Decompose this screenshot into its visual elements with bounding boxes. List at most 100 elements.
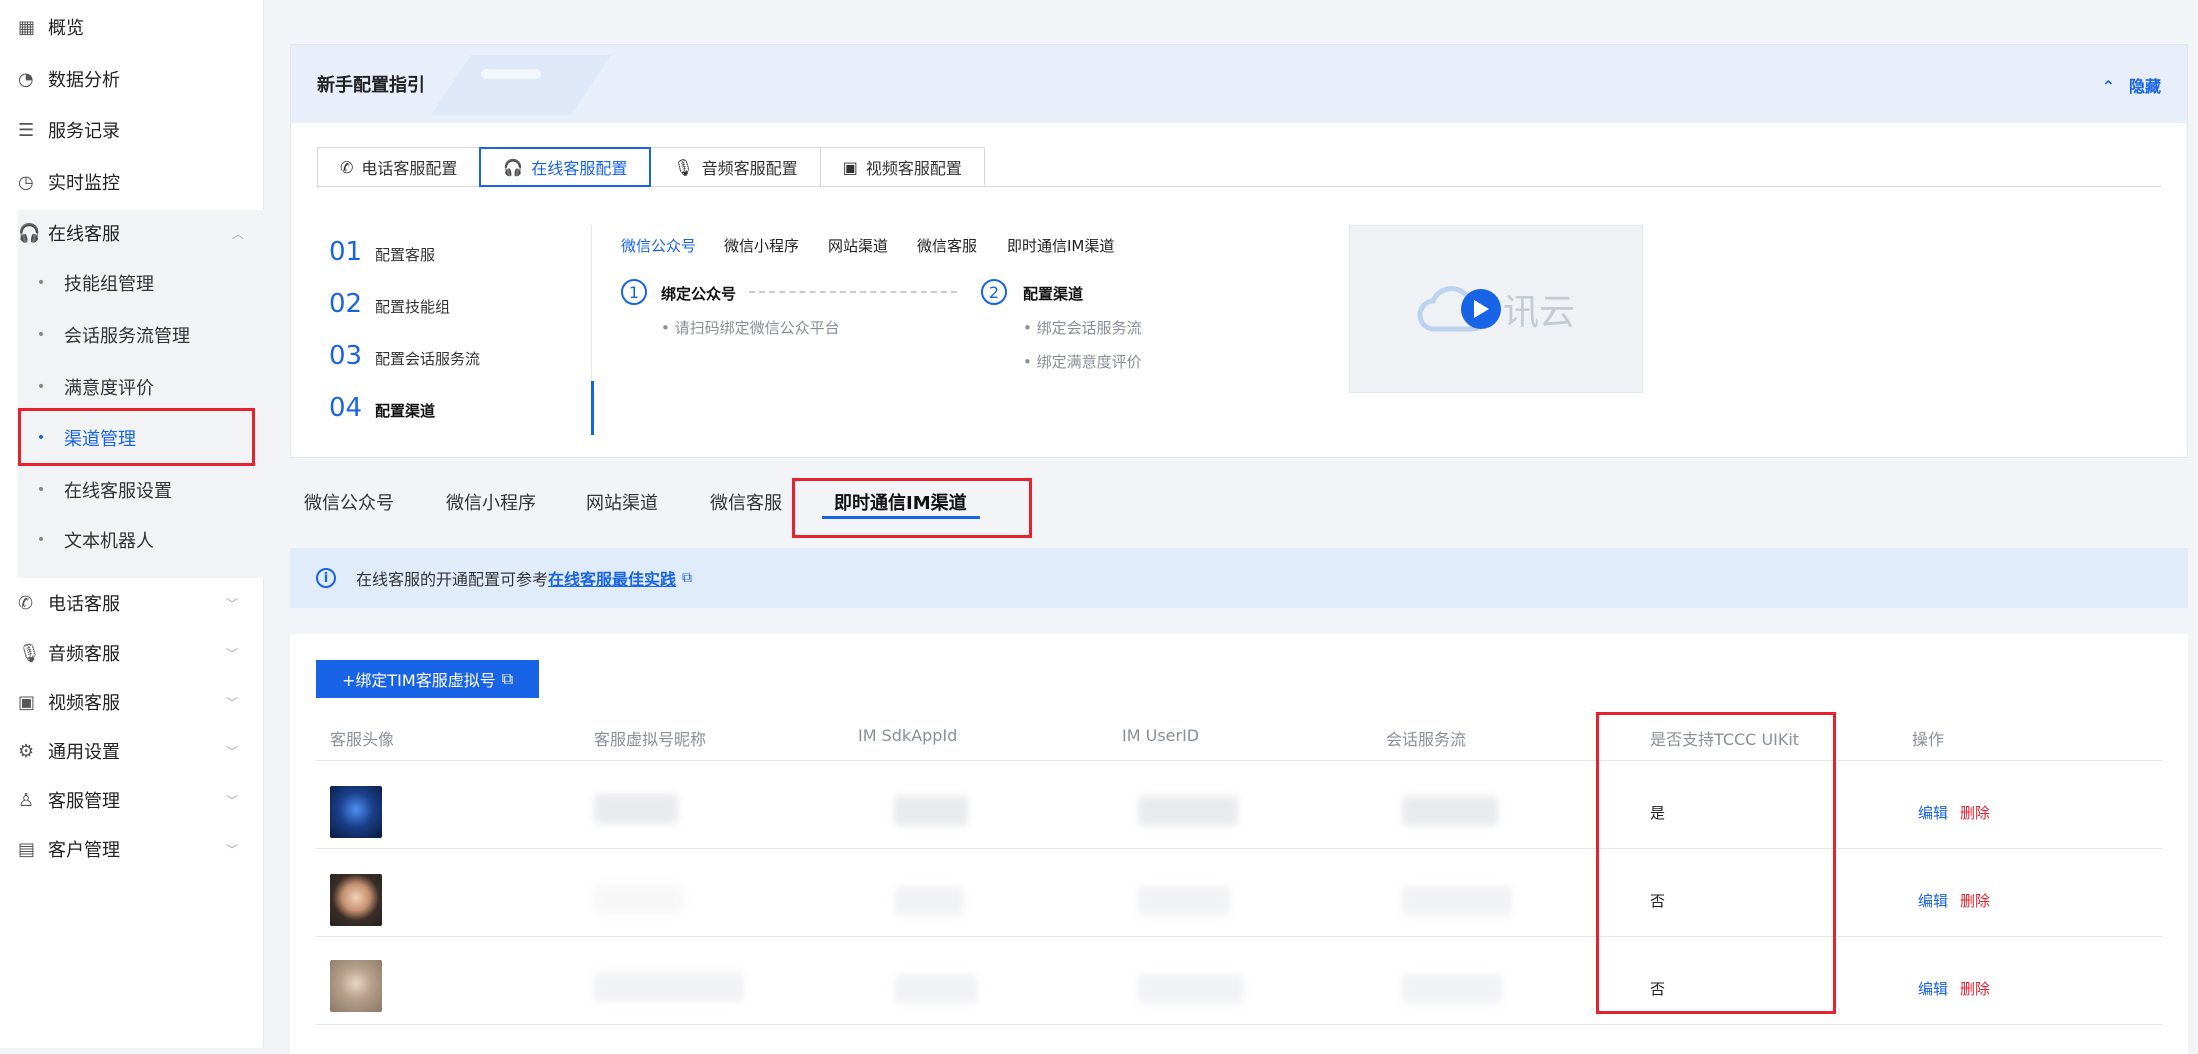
sidebar-item-satisfaction[interactable]: • 满意度评价: [18, 363, 264, 411]
delete-link[interactable]: 删除: [1960, 802, 1990, 823]
bullet-text: 请扫码绑定微信公众平台: [674, 319, 840, 337]
avatar: [330, 874, 382, 926]
chart-circle-icon: ◔: [18, 68, 34, 90]
col-header-session-flow: 会话服务流: [1386, 730, 1467, 749]
nav-label: 客服管理: [48, 791, 120, 812]
nav-phone-service[interactable]: ✆ 电话客服 ﹀: [18, 580, 258, 626]
nav-audio-service[interactable]: 🎙 音频客服 ﹀: [18, 630, 258, 676]
tab-video-config[interactable]: ▣ 视频客服配置: [819, 147, 985, 187]
hide-guide-button[interactable]: ⌃ 隐藏: [2102, 73, 2161, 97]
row-divider: [316, 848, 2162, 849]
hide-label: 隐藏: [2128, 77, 2161, 96]
step-number: 01: [329, 237, 363, 267]
userid-masked: [1138, 886, 1230, 916]
tab-phone-config[interactable]: ✆ 电话客服配置: [317, 147, 481, 187]
sdkappid-masked: [894, 974, 978, 1004]
mic-icon: 🎙: [673, 157, 694, 177]
delete-link[interactable]: 删除: [1960, 978, 1990, 999]
step-2[interactable]: 02 配置技能组: [329, 289, 450, 319]
col-header-nickname: 客服虚拟号昵称: [594, 730, 707, 749]
tab-wechat-kf[interactable]: 微信客服: [710, 489, 782, 515]
channel-website[interactable]: 网站渠道: [828, 235, 888, 256]
nickname-masked: [594, 884, 684, 914]
tab-online-config[interactable]: 🎧 在线客服配置: [479, 147, 652, 187]
chevron-double-up-icon: ⌃: [2101, 77, 2115, 96]
sub-label: 满意度评价: [64, 378, 154, 399]
sidebar-item-skill-group[interactable]: • 技能组管理: [18, 259, 264, 307]
user-icon: ♙: [18, 789, 35, 811]
nav-agent-management[interactable]: ♙ 客服管理 ﹀: [18, 777, 258, 823]
channel-im[interactable]: 即时通信IM渠道: [1007, 235, 1114, 256]
chevron-down-icon: ﹀: [225, 596, 238, 611]
dot-icon: •: [36, 275, 46, 291]
chevron-down-icon: ﹀: [225, 695, 238, 710]
nav-service-records[interactable]: ☰ 服务记录: [18, 107, 258, 153]
nav-label: 电话客服: [48, 594, 120, 615]
delete-link[interactable]: 删除: [1960, 890, 1990, 911]
info-text: 在线客服的开通配置可参考: [356, 570, 549, 589]
chevron-down-icon: ﹀: [225, 744, 238, 759]
guide-card: 新手配置指引 ⌃ 隐藏 ✆ 电话客服配置 🎧 在线客服配置 🎙 音频客服配置 ▣ 视频客服…: [290, 44, 2188, 458]
steps-active-indicator: [591, 381, 594, 435]
substep-1-number: 1: [621, 279, 647, 305]
video-icon: ▣: [842, 157, 858, 177]
video-icon: ▣: [18, 691, 36, 713]
bullet-text: 绑定会话服务流: [1036, 319, 1142, 337]
headset-icon: 🎧: [18, 222, 41, 244]
sidebar-item-text-robot[interactable]: • 文本机器人: [18, 516, 264, 564]
edit-link[interactable]: 编辑: [1918, 978, 1948, 999]
substep-connector: [749, 291, 957, 293]
contact-card-icon: ▤: [18, 838, 36, 860]
external-link-icon[interactable]: ⧉: [682, 570, 692, 586]
nav-general-settings[interactable]: ⚙ 通用设置 ﹀: [18, 728, 258, 774]
nav-realtime-monitor[interactable]: ◷ 实时监控: [18, 159, 258, 205]
play-icon[interactable]: [1460, 289, 1501, 329]
session-flow-masked: [1402, 974, 1502, 1004]
tab-label: 音频客服配置: [701, 159, 798, 178]
substep-1-title: 绑定公众号: [661, 285, 737, 303]
step-3[interactable]: 03 配置会话服务流: [329, 341, 480, 371]
sidebar-item-online-settings[interactable]: • 在线客服设置: [18, 466, 264, 514]
substep-2-title: 配置渠道: [1023, 285, 1084, 303]
step-4[interactable]: 04 配置渠道: [329, 393, 435, 423]
step-number: 04: [329, 393, 363, 423]
guide-title: 新手配置指引: [317, 75, 425, 96]
edit-link[interactable]: 编辑: [1918, 890, 1948, 911]
sdkappid-masked: [894, 796, 968, 826]
tab-audio-config[interactable]: 🎙 音频客服配置: [650, 147, 821, 187]
channel-wechat-mini[interactable]: 微信小程序: [724, 235, 799, 256]
grid-icon: ▦: [18, 16, 36, 38]
tab-website[interactable]: 网站渠道: [586, 489, 658, 515]
sidebar-item-session-flow[interactable]: • 会话服务流管理: [18, 311, 264, 359]
dot-icon: •: [36, 379, 46, 395]
nav-data-analysis[interactable]: ◔ 数据分析: [18, 56, 258, 102]
highlight-box-channel-management: [18, 408, 255, 466]
tab-wechat-mini[interactable]: 微信小程序: [446, 489, 536, 515]
nav-online-service[interactable]: 🎧 在线客服 ︿: [18, 210, 264, 256]
step-1[interactable]: 01 配置客服: [329, 237, 435, 267]
channel-wechat-oa[interactable]: 微信公众号: [621, 235, 696, 256]
best-practice-link[interactable]: 在线客服最佳实践: [548, 566, 676, 590]
step-number: 02: [329, 289, 363, 319]
nav-overview[interactable]: ▦ 概览: [18, 4, 258, 50]
step-label: 配置客服: [375, 246, 436, 264]
step-label: 配置技能组: [375, 298, 451, 316]
sub-label: 会话服务流管理: [64, 326, 190, 347]
tab-wechat-oa[interactable]: 微信公众号: [304, 489, 394, 515]
dot-icon: •: [36, 327, 46, 343]
highlight-box-im-tab: [792, 478, 1032, 538]
col-header-actions: 操作: [1912, 730, 1945, 749]
substep-2-bullet: • 绑定会话服务流: [1023, 319, 1142, 337]
nav-label: 在线客服: [48, 224, 120, 245]
substep-1-bullet: • 请扫码绑定微信公众平台: [661, 319, 840, 337]
nav-video-service[interactable]: ▣ 视频客服 ﹀: [18, 679, 258, 725]
nav-customer-management[interactable]: ▤ 客户管理 ﹀: [18, 826, 258, 872]
nav-label: 数据分析: [48, 70, 120, 91]
bind-tim-button[interactable]: +绑定TIM客服虚拟号 ⧉: [316, 660, 540, 698]
edit-link[interactable]: 编辑: [1918, 802, 1948, 823]
substep-2-number: 2: [981, 279, 1007, 305]
channel-wechat-kf[interactable]: 微信客服: [917, 235, 977, 256]
sidebar: ▦ 概览 ◔ 数据分析 ☰ 服务记录 ◷ 实时监控 🎧 在线客服 ︿ • 技能组管理 • 会话服…: [0, 0, 264, 1048]
sub-label: 文本机器人: [64, 531, 154, 552]
tutorial-video[interactable]: 讯云: [1349, 225, 1643, 393]
